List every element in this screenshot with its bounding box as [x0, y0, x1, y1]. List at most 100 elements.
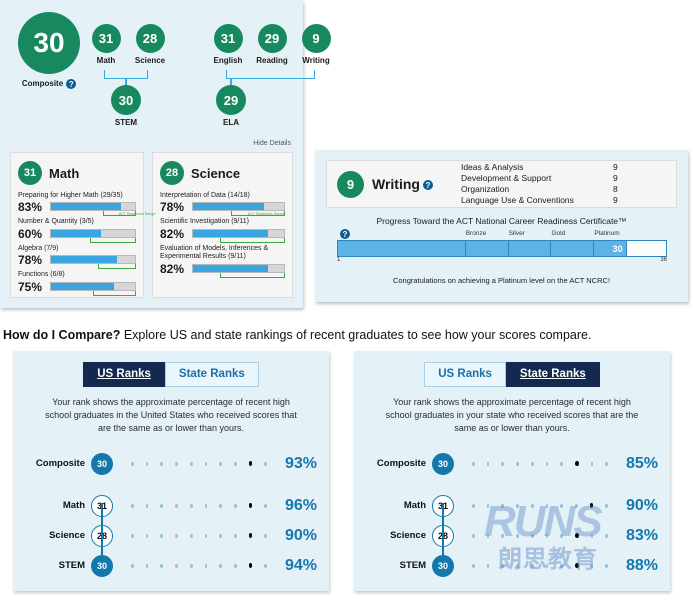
rank-dot [501, 461, 505, 466]
help-icon[interactable]: ? [66, 79, 77, 89]
rank-dot [264, 563, 268, 568]
metric-bar-track [50, 255, 136, 265]
rank-dot [264, 533, 268, 538]
readiness-range-caption: ACT Readiness Range [247, 212, 285, 217]
metric-percent: 75% [18, 279, 43, 294]
metric-row: 78% [18, 253, 136, 270]
rank-dot-active [589, 502, 594, 508]
metric-percent: 78% [18, 253, 43, 268]
compare-heading-rest: Explore US and state rankings of recent … [120, 328, 592, 342]
tab-us-ranks[interactable]: US Ranks [83, 362, 165, 387]
compare-heading-bold: How do I Compare? [3, 328, 121, 342]
metric-percent: 82% [160, 226, 185, 241]
metric-bar-track [192, 228, 285, 238]
rank-panel: US Ranks State Ranks Your rank shows the a… [13, 351, 329, 591]
ncrc-score-marker: 30 [612, 243, 623, 254]
metric-label: Number & Quantity (3/5) [18, 218, 94, 226]
subject-label: English [213, 56, 243, 65]
rank-dot [605, 503, 609, 508]
rank-dot [472, 503, 475, 508]
rank-dot [204, 563, 208, 568]
rank-row: Science2890% [13, 521, 329, 551]
writing-domain-value: 9 [612, 195, 618, 206]
ncrc-segment-remaining [626, 241, 666, 256]
rank-score-badge: 30 [432, 452, 454, 475]
metric-row: 82% [160, 262, 285, 278]
writing-domain-row: Development & Support 9 [461, 173, 666, 184]
rank-dot [175, 461, 178, 466]
rank-percentile: 94% [285, 556, 318, 574]
rank-dot [486, 533, 490, 538]
writing-domain-name: Development & Support [460, 172, 552, 183]
hide-details-link[interactable]: Hide Details [253, 140, 291, 147]
rank-dot [175, 563, 178, 568]
rank-description: Your rank shows the approximate percenta… [385, 396, 639, 433]
ncrc-segment-platinum: 30 [593, 241, 627, 256]
metric-bar-fill [51, 229, 102, 237]
rank-dot [560, 563, 564, 568]
rank-dot [545, 461, 549, 466]
rank-percentile: 85% [626, 454, 659, 472]
metric-row: 60% [18, 227, 136, 243]
rank-dot [575, 503, 578, 508]
metric-bar-wrap [192, 262, 285, 278]
rank-dot [145, 503, 149, 508]
subject-score-circle: 29 [257, 24, 287, 53]
rank-dot [175, 533, 178, 538]
rank-dot [590, 563, 594, 568]
ncrc-title: Progress Toward the ACT National Career … [376, 216, 627, 226]
rank-dot [204, 503, 208, 508]
metric-bar-wrap: ACT Readiness Range [50, 200, 155, 217]
rank-dot [530, 563, 534, 568]
ncrc-track: 30 [337, 240, 667, 257]
rank-row: Composite 30 93% [13, 449, 329, 479]
rank-subject-name: STEM [58, 560, 85, 572]
help-icon[interactable]: ? [422, 180, 433, 191]
rank-dot [145, 461, 149, 466]
tab-state-ranks[interactable]: State Ranks [164, 362, 259, 387]
readiness-range-caption: ACT Readiness Range [118, 212, 156, 217]
rank-subject-name: Math [62, 500, 85, 512]
ncrc-scale-max: 36 [660, 257, 667, 263]
metric-bar-track [50, 281, 136, 291]
rank-dot-scale [131, 460, 279, 466]
rank-dot [160, 461, 164, 466]
rank-dot [501, 533, 505, 538]
rank-list: Composite 30 93% Math3196%Science2890%STEM3… [13, 449, 329, 581]
rank-subject-name: STEM [399, 560, 426, 572]
rank-dot [605, 563, 609, 568]
rank-dot [530, 461, 534, 466]
rank-percentile: 90% [285, 526, 318, 544]
metric-bar-track [192, 202, 285, 212]
rank-dot [204, 461, 208, 466]
rank-subject-name: Science [390, 530, 426, 542]
ncrc-segment-gold [551, 241, 594, 256]
rank-dot-scale [472, 562, 620, 568]
writing-box: 9 Writing? Ideas & Analysis 9 Development … [326, 160, 677, 208]
writing-domain-name: Ideas & Analysis [460, 161, 524, 172]
rank-row: Science2883% [354, 521, 670, 551]
tab-us-ranks[interactable]: US Ranks [424, 362, 506, 387]
rank-dot-active [575, 532, 579, 538]
composite-score-block: 30 Composite? [18, 12, 80, 89]
ela-score-circle: 29 [216, 85, 246, 115]
rank-group-connector [442, 502, 444, 563]
metric-bar-fill [193, 264, 268, 272]
subject-writing: 9 Writing [300, 24, 332, 65]
subject-label: Science [134, 56, 166, 65]
rank-dot [189, 563, 193, 568]
rank-dot [234, 503, 237, 508]
writing-domain-name: Language Use & Conventions [460, 195, 574, 206]
rank-tabs: US Ranks State Ranks [354, 362, 670, 387]
ncrc-level-label: Silver [508, 230, 525, 237]
tab-state-ranks[interactable]: State Ranks [505, 362, 600, 387]
writing-domain-value: 8 [612, 184, 618, 194]
scores-panel: 30 Composite? 31 Math 28 Science 31 Engl… [0, 0, 331, 308]
metric-label: Preparing for Higher Math (29/35) [18, 192, 123, 199]
metric-bar-fill [51, 203, 121, 211]
science-card-header: 28 Science [160, 161, 285, 185]
rank-dot [264, 461, 268, 466]
rank-list: Composite 30 85% Math3190%Science2883%STEM3… [354, 449, 670, 581]
ela-subject-group: 31 English 29 Reading 9 Writing [212, 24, 332, 65]
math-card-title: Math [49, 165, 80, 181]
